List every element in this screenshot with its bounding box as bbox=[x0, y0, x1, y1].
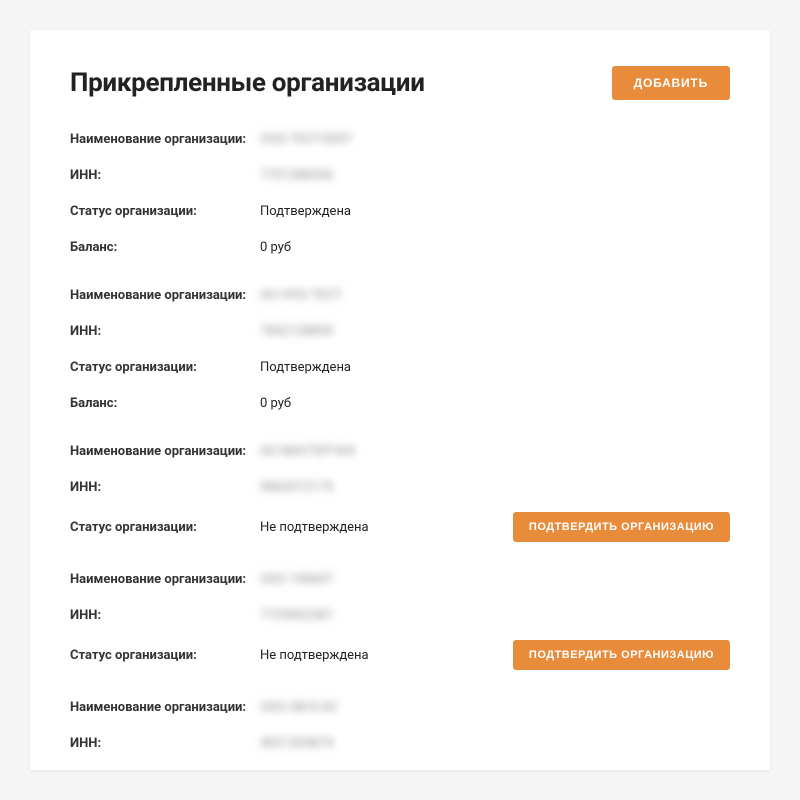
field-value-inn: 7701288356 bbox=[260, 168, 410, 183]
field-value-balance: 0 руб bbox=[260, 396, 410, 411]
field-label-balance: Баланс: bbox=[70, 396, 260, 411]
field-action: ПОДТВЕРДИТЬ ОРГАНИЗАЦИЮ bbox=[513, 640, 730, 670]
organization-block: Наименование организации: АО НПО ТЕСТ ИН… bbox=[70, 284, 730, 414]
field-row-status: Статус организации: Подтверждена bbox=[70, 200, 730, 222]
field-label-name: Наименование организации: bbox=[70, 288, 260, 303]
field-label-status: Статус организации: bbox=[70, 520, 260, 535]
field-row-inn: ИНН: 9862012175 bbox=[70, 476, 730, 498]
field-value-name: ООО ТЕСТ-0007 bbox=[260, 132, 410, 147]
field-label-balance: Баланс: bbox=[70, 240, 260, 255]
field-label-inn: ИНН: bbox=[70, 480, 260, 495]
field-row-status: Статус организации: Не подтверждена ПОДТ… bbox=[70, 512, 730, 542]
field-row-name: Наименование организации: ОАО АВ-К-АС bbox=[70, 696, 730, 718]
organization-block: Наименование организации: ОАО АВ-К-АС ИН… bbox=[70, 696, 730, 754]
field-action: ПОДТВЕРДИТЬ ОРГАНИЗАЦИЮ bbox=[513, 512, 730, 542]
field-value-name: ОАО АВ-К-АС bbox=[260, 700, 410, 715]
field-value-status: Не подтверждена bbox=[260, 648, 410, 663]
page-title: Прикрепленные организации bbox=[70, 68, 425, 98]
field-label-name: Наименование организации: bbox=[70, 444, 260, 459]
field-label-inn: ИНН: bbox=[70, 736, 260, 751]
field-value-name: АО МАСТЕР-Ю4 bbox=[260, 444, 410, 459]
field-row-inn: ИНН: 7725062381 bbox=[70, 604, 730, 626]
organization-block: Наименование организации: ОАО 100607 ИНН… bbox=[70, 568, 730, 670]
field-row-inn: ИНН: 4921205874 bbox=[70, 732, 730, 754]
field-row-status: Статус организации: Подтверждена bbox=[70, 356, 730, 378]
confirm-organization-button[interactable]: ПОДТВЕРДИТЬ ОРГАНИЗАЦИЮ bbox=[513, 640, 730, 670]
field-label-name: Наименование организации: bbox=[70, 572, 260, 587]
organization-block: Наименование организации: АО МАСТЕР-Ю4 И… bbox=[70, 440, 730, 542]
field-value-status: Подтверждена bbox=[260, 360, 410, 375]
field-value-inn: 7842128890 bbox=[260, 324, 410, 339]
organization-block: Наименование организации: ООО ТЕСТ-0007 … bbox=[70, 128, 730, 258]
field-value-name: АО НПО ТЕСТ bbox=[260, 288, 410, 303]
field-row-name: Наименование организации: ООО ТЕСТ-0007 bbox=[70, 128, 730, 150]
field-value-status: Не подтверждена bbox=[260, 520, 410, 535]
field-label-inn: ИНН: bbox=[70, 608, 260, 623]
field-row-balance: Баланс: 0 руб bbox=[70, 392, 730, 414]
field-label-status: Статус организации: bbox=[70, 360, 260, 375]
header-row: Прикрепленные организации ДОБАВИТЬ bbox=[70, 66, 730, 100]
field-label-status: Статус организации: bbox=[70, 204, 260, 219]
field-row-name: Наименование организации: АО НПО ТЕСТ bbox=[70, 284, 730, 306]
field-row-balance: Баланс: 0 руб bbox=[70, 236, 730, 258]
organizations-card: Прикрепленные организации ДОБАВИТЬ Наиме… bbox=[30, 30, 770, 770]
field-value-inn: 4921205874 bbox=[260, 736, 410, 751]
field-value-name: ОАО 100607 bbox=[260, 572, 410, 587]
field-value-status: Подтверждена bbox=[260, 204, 410, 219]
add-button[interactable]: ДОБАВИТЬ bbox=[612, 66, 730, 100]
field-label-name: Наименование организации: bbox=[70, 700, 260, 715]
field-row-name: Наименование организации: АО МАСТЕР-Ю4 bbox=[70, 440, 730, 462]
field-row-inn: ИНН: 7842128890 bbox=[70, 320, 730, 342]
field-row-status: Статус организации: Не подтверждена ПОДТ… bbox=[70, 640, 730, 670]
field-value-balance: 0 руб bbox=[260, 240, 410, 255]
field-label-inn: ИНН: bbox=[70, 324, 260, 339]
field-label-inn: ИНН: bbox=[70, 168, 260, 183]
field-label-name: Наименование организации: bbox=[70, 132, 260, 147]
field-label-status: Статус организации: bbox=[70, 648, 260, 663]
confirm-organization-button[interactable]: ПОДТВЕРДИТЬ ОРГАНИЗАЦИЮ bbox=[513, 512, 730, 542]
field-value-inn: 7725062381 bbox=[260, 608, 410, 623]
field-value-inn: 9862012175 bbox=[260, 480, 410, 495]
field-row-name: Наименование организации: ОАО 100607 bbox=[70, 568, 730, 590]
field-row-inn: ИНН: 7701288356 bbox=[70, 164, 730, 186]
